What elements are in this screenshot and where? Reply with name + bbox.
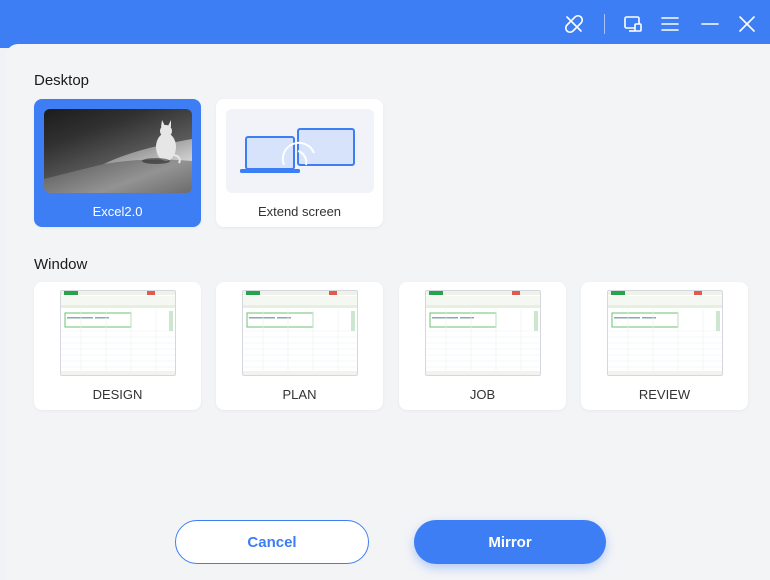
menu-icon[interactable] (658, 12, 682, 36)
desktop-item-label: Excel2.0 (92, 204, 143, 219)
close-icon[interactable] (735, 12, 759, 36)
spreadsheet-thumbnail (607, 290, 723, 376)
extend-screen-thumbnail (226, 109, 374, 193)
window-item-design[interactable]: DESIGN (34, 282, 201, 410)
spreadsheet-thumbnail (242, 290, 358, 376)
desktop-section-label: Desktop (34, 72, 90, 89)
window-item-label: REVIEW (638, 387, 691, 402)
cancel-button[interactable]: Cancel (175, 520, 369, 564)
window-section-label: Window (34, 256, 88, 273)
cat-photo-thumbnail (44, 109, 192, 193)
window-item-plan[interactable]: PLAN (216, 282, 383, 410)
window-item-job[interactable]: JOB (399, 282, 566, 410)
screen-cast-icon[interactable] (621, 12, 645, 36)
window-item-label: JOB (469, 387, 496, 402)
title-bar (0, 0, 770, 48)
desktop-item-excel[interactable]: Excel2.0 (34, 99, 201, 227)
spreadsheet-thumbnail (425, 290, 541, 376)
minimize-icon[interactable] (698, 12, 722, 36)
window-item-label: PLAN (282, 387, 317, 402)
window-item-label: DESIGN (92, 387, 143, 402)
window-item-review[interactable]: REVIEW (581, 282, 748, 410)
desktop-item-extend-screen[interactable]: Extend screen (216, 99, 383, 227)
disconnect-icon[interactable] (562, 12, 586, 36)
mirror-button[interactable]: Mirror (414, 520, 606, 564)
title-separator (604, 14, 605, 34)
spreadsheet-thumbnail (60, 290, 176, 376)
desktop-item-label: Extend screen (257, 204, 342, 219)
